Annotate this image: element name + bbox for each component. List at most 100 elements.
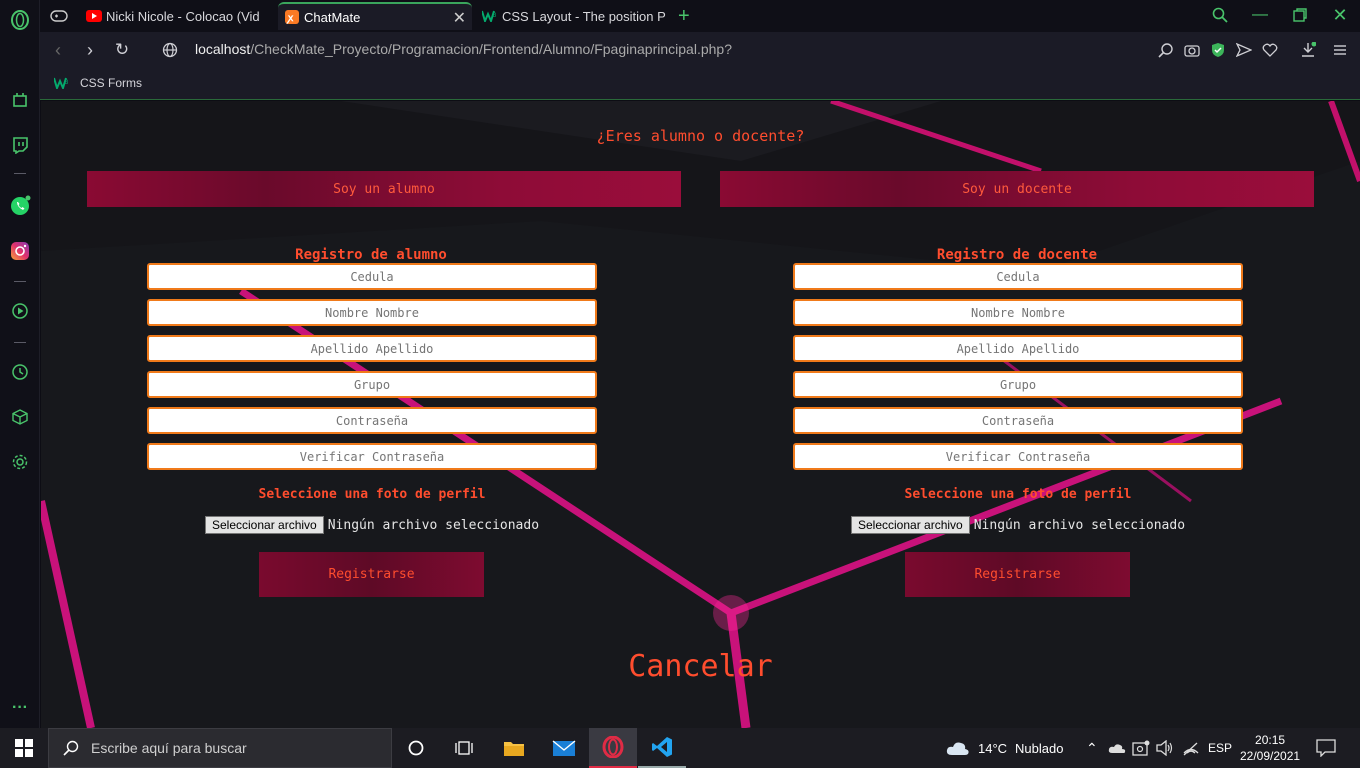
bookmarks-bar: 3 CSS Forms <box>40 68 1360 100</box>
student-name-input[interactable] <box>147 299 597 326</box>
page-content: ¿Eres alumno o docente? Soy un alumno So… <box>41 101 1360 728</box>
clock-time: 20:15 <box>1255 733 1286 747</box>
teacher-password-input[interactable] <box>793 407 1243 434</box>
teacher-choose-file-button[interactable]: Seleccionar archivo <box>851 516 970 534</box>
sidebar-separator <box>14 173 26 174</box>
volume-icon[interactable] <box>1156 728 1174 768</box>
workspace-icon[interactable] <box>8 88 32 112</box>
teacher-register-button[interactable]: Registrarse <box>905 552 1130 597</box>
back-icon[interactable]: ‹ <box>48 40 68 60</box>
clock[interactable]: 20:15 22/09/2021 <box>1240 728 1300 768</box>
opera-sidebar: ··· <box>0 0 40 728</box>
svg-text:ꭗ: ꭗ <box>286 13 294 24</box>
teacher-photo-label: Seleccione una foto de perfil <box>904 487 1132 502</box>
opera-logo-icon[interactable] <box>8 8 32 32</box>
close-tab-icon[interactable]: ✕ <box>453 8 466 28</box>
teacher-cedula-input[interactable] <box>793 263 1243 290</box>
tab-css-layout[interactable]: 3 CSS Layout - The position P <box>478 2 674 30</box>
teacher-surname-input[interactable] <box>793 335 1243 362</box>
search-placeholder: Escribe aquí para buscar <box>91 740 247 756</box>
teacher-file-input: Seleccionar archivo Ningún archivo selec… <box>851 516 1185 534</box>
url-field[interactable]: localhost/CheckMate_Proyecto/Programacio… <box>195 41 732 57</box>
player-icon[interactable] <box>8 299 32 323</box>
student-verify-password-input[interactable] <box>147 443 597 470</box>
vpn-shield-icon[interactable] <box>1210 42 1226 58</box>
language-indicator[interactable]: ESP <box>1208 728 1232 768</box>
gamepad-icon[interactable] <box>50 2 74 30</box>
bookmark-css-forms[interactable]: 3 CSS Forms <box>54 76 142 90</box>
teacher-name-input[interactable] <box>793 299 1243 326</box>
student-form-title: Registro de alumno <box>295 247 447 263</box>
student-password-input[interactable] <box>147 407 597 434</box>
weather-desc: Nublado <box>1015 740 1064 756</box>
teacher-role-button[interactable]: Soy un docente <box>720 171 1314 207</box>
taskbar-search-box[interactable]: Escribe aquí para buscar <box>48 728 392 768</box>
download-icon[interactable] <box>1300 42 1316 58</box>
new-tab-plus-icon[interactable]: + <box>678 2 698 30</box>
student-photo-label: Seleccione una foto de perfil <box>258 487 486 502</box>
xampp-icon: ꭗ <box>284 9 300 25</box>
teacher-form-title: Registro de docente <box>936 247 1098 263</box>
meet-now-icon[interactable] <box>1132 728 1150 768</box>
reload-icon[interactable]: ↻ <box>112 40 132 60</box>
tab-title: Nicki Nicole - Colocao (Vid <box>106 8 260 24</box>
teacher-group-input[interactable] <box>793 371 1243 398</box>
snapshot-camera-icon[interactable] <box>1184 42 1200 58</box>
minimize-icon[interactable]: — <box>1248 4 1272 26</box>
student-cedula-input[interactable] <box>147 263 597 290</box>
bookmark-label: CSS Forms <box>80 76 143 90</box>
tab-chatmate[interactable]: ꭗ ChatMate ✕ <box>278 2 472 30</box>
student-file-status: Ningún archivo seleccionado <box>327 517 540 533</box>
twitch-icon[interactable] <box>8 133 32 157</box>
maximize-icon[interactable] <box>1288 4 1312 26</box>
onedrive-icon[interactable] <box>1108 728 1126 768</box>
search-icon <box>63 740 79 756</box>
easy-setup-menu-icon[interactable] <box>1332 42 1348 58</box>
weather-widget[interactable]: 14°C Nublado <box>946 728 1063 768</box>
url-path: /CheckMate_Proyecto/Programacion/Fronten… <box>250 41 732 57</box>
history-clock-icon[interactable] <box>8 360 32 384</box>
w3schools-icon: 3 <box>482 8 498 24</box>
address-bar: ‹ › ↻ localhost/CheckMate_Proyecto/Progr… <box>40 32 1360 68</box>
task-view-icon[interactable] <box>440 728 488 768</box>
cortana-icon[interactable] <box>392 728 440 768</box>
sidebar-separator <box>14 281 26 282</box>
settings-gear-icon[interactable] <box>8 450 32 474</box>
opera-taskbar-icon[interactable] <box>589 728 637 768</box>
file-explorer-icon[interactable] <box>490 728 538 768</box>
send-icon[interactable] <box>1236 42 1252 58</box>
student-register-button[interactable]: Registrarse <box>259 552 484 597</box>
svg-text:3: 3 <box>493 13 497 19</box>
student-group-input[interactable] <box>147 371 597 398</box>
instagram-icon[interactable] <box>8 239 32 263</box>
whatsapp-icon[interactable] <box>8 194 32 218</box>
mail-icon[interactable] <box>540 728 588 768</box>
student-surname-input[interactable] <box>147 335 597 362</box>
svg-text:3: 3 <box>65 80 69 86</box>
teacher-file-status: Ningún archivo seleccionado <box>973 517 1186 533</box>
clock-date: 22/09/2021 <box>1240 749 1301 763</box>
close-window-icon[interactable]: ✕ <box>1328 4 1352 26</box>
extensions-cube-icon[interactable] <box>8 405 32 429</box>
taskbar: Escribe aquí para buscar 14°C Nublado ⌃ … <box>0 728 1360 768</box>
vscode-icon[interactable] <box>638 728 686 768</box>
more-dots-icon[interactable]: ··· <box>8 696 32 720</box>
url-host: localhost <box>195 41 251 57</box>
teacher-verify-password-input[interactable] <box>793 443 1243 470</box>
student-role-button[interactable]: Soy un alumno <box>87 171 681 207</box>
weather-temp: 14°C <box>978 740 1008 756</box>
heart-icon[interactable] <box>1262 42 1278 58</box>
windows-start-icon[interactable] <box>0 728 48 768</box>
zoom-search-icon[interactable] <box>1158 42 1174 58</box>
wifi-icon[interactable] <box>1182 728 1200 768</box>
notification-icon[interactable] <box>1316 728 1336 768</box>
forward-icon[interactable]: › <box>80 40 100 60</box>
w3schools-icon: 3 <box>54 77 70 89</box>
search-tabs-icon[interactable] <box>1208 4 1232 26</box>
tab-youtube[interactable]: Nicki Nicole - Colocao (Vid <box>84 2 278 30</box>
youtube-icon <box>86 8 102 24</box>
cancel-link[interactable]: Cancelar <box>41 649 1360 684</box>
student-choose-file-button[interactable]: Seleccionar archivo <box>205 516 324 534</box>
globe-icon <box>162 42 178 58</box>
tray-chevron-icon[interactable]: ⌃ <box>1086 728 1098 768</box>
